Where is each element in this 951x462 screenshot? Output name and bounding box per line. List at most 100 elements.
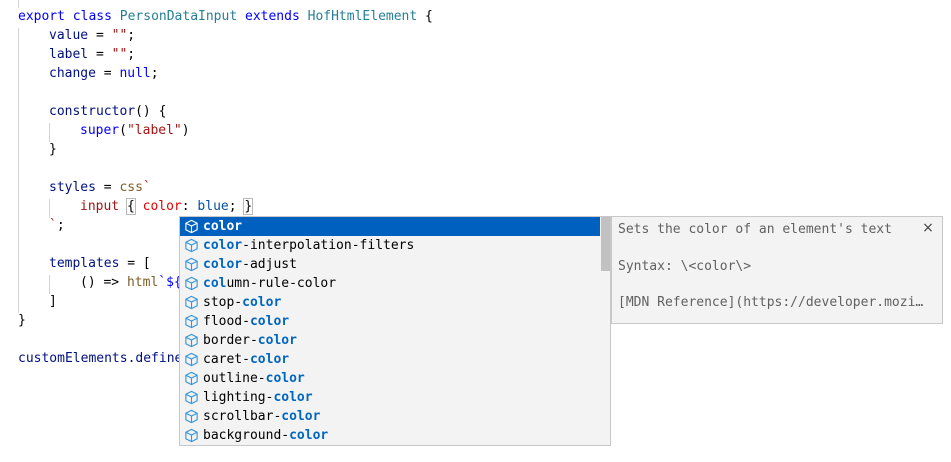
- suggest-item-label: color: [203, 217, 242, 236]
- constructor-name: constructor: [49, 104, 136, 119]
- suggest-item-label: color-adjust: [203, 255, 297, 274]
- css-semicolon: ;: [228, 199, 237, 214]
- suggest-item[interactable]: border-color: [180, 331, 600, 350]
- keyword-extends: extends: [245, 9, 300, 24]
- suggest-item-prefix: flood-: [203, 314, 250, 329]
- suggest-item-prefix: stop-: [203, 295, 243, 310]
- suggest-item-label: scrollbar-color: [203, 407, 320, 426]
- suggest-item[interactable]: stop-color: [180, 293, 600, 312]
- brace: }: [49, 142, 57, 157]
- code-line: templates = [: [49, 254, 151, 273]
- operator: =: [95, 180, 120, 195]
- suggest-item[interactable]: color-interpolation-filters: [180, 236, 600, 255]
- field-templates: templates: [49, 256, 120, 271]
- property-cube-icon: [184, 295, 199, 310]
- keyword-null: null: [119, 66, 151, 81]
- property-cube-icon: [184, 390, 199, 405]
- suggest-item[interactable]: column-rule-color: [180, 274, 600, 293]
- bracket: ]: [49, 294, 57, 309]
- suggest-item-match: color: [257, 333, 297, 348]
- suggest-widget[interactable]: color color-interpolation-filters color-ad…: [179, 216, 611, 446]
- keyword-export: export: [18, 9, 65, 24]
- code-line: }: [49, 140, 57, 159]
- suggest-item-match: color: [249, 352, 290, 367]
- keyword-super: super: [80, 123, 120, 138]
- string-literal: "": [111, 47, 128, 62]
- suggest-item-match: color: [242, 295, 282, 310]
- suggest-item-prefix: background-: [203, 428, 290, 443]
- operator: =: [88, 28, 112, 43]
- property-cube-icon-graphic: [185, 295, 198, 310]
- property-cube-icon: [184, 428, 199, 443]
- code-line: value = "";: [49, 26, 135, 45]
- property-cube-icon: [184, 257, 199, 272]
- property-cube-icon-graphic: [185, 276, 198, 291]
- css-value: blue: [197, 199, 229, 214]
- suggest-item-rest: -interpolation-filters: [242, 238, 415, 253]
- property-cube-icon-graphic: [185, 371, 198, 386]
- field-styles: styles: [49, 180, 96, 195]
- semicolon: ;: [127, 47, 136, 62]
- code-line: export class PersonDataInput extends Hof…: [18, 7, 433, 26]
- punctuation: () {: [135, 104, 167, 119]
- operator: =: [88, 47, 112, 62]
- suggest-item-label: border-color: [203, 331, 297, 350]
- code-line: }: [18, 311, 26, 330]
- property-cube-icon: [184, 409, 199, 424]
- code-line: customElements.define: [18, 349, 182, 368]
- suggest-item-prefix: lighting-: [203, 390, 274, 405]
- suggest-item-label: background-color: [203, 426, 328, 445]
- suggest-item-rest: -adjust: [242, 257, 297, 272]
- property-cube-icon-graphic: [185, 390, 198, 405]
- suggest-item[interactable]: flood-color: [180, 312, 600, 331]
- suggest-scrollbar[interactable]: [600, 217, 610, 445]
- suggest-item-match: col: [203, 276, 227, 291]
- suggest-item-prefix: scrollbar-: [203, 409, 282, 424]
- suggest-item-label: caret-color: [203, 350, 289, 369]
- suggest-item-label: column-rule-color: [203, 274, 336, 293]
- suggest-item-match: color: [289, 428, 329, 443]
- suggest-item-match: color: [265, 371, 305, 386]
- code-line: constructor() {: [49, 102, 166, 121]
- arrow-function: () =>: [80, 275, 120, 290]
- operator: =: [95, 66, 120, 81]
- suggest-item[interactable]: color-adjust: [180, 255, 600, 274]
- suggest-item[interactable]: color: [180, 217, 600, 236]
- semicolon: ;: [56, 218, 65, 233]
- close-icon[interactable]: ×: [921, 221, 935, 235]
- indent-guide: [18, 28, 19, 313]
- suggest-item-match: color: [249, 314, 290, 329]
- property-cube-icon: [184, 371, 199, 386]
- property-cube-icon: [184, 352, 199, 367]
- suggest-item-label: color-interpolation-filters: [203, 236, 414, 255]
- property-cube-icon-graphic: [185, 409, 198, 424]
- property-cube-icon: [184, 238, 199, 253]
- suggest-item[interactable]: lighting-color: [180, 388, 600, 407]
- css-selector: input: [80, 199, 120, 214]
- base-class-name: HofHtmlElement: [307, 9, 418, 24]
- suggest-item[interactable]: outline-color: [180, 369, 600, 388]
- suggest-item[interactable]: background-color: [180, 426, 600, 445]
- field-label: label: [49, 47, 89, 62]
- code-line: styles = css`: [49, 178, 151, 197]
- semicolon: ;: [127, 28, 136, 43]
- suggest-item-rest: umn-rule-color: [226, 276, 337, 291]
- suggest-scrollbar-thumb[interactable]: [601, 217, 610, 271]
- brace: {: [425, 9, 433, 24]
- suggest-item-match: color: [273, 390, 313, 405]
- details-syntax: Syntax: \<color\>: [618, 259, 752, 274]
- suggest-item-label: outline-color: [203, 369, 305, 388]
- semicolon: ;: [150, 66, 159, 81]
- details-reference-link[interactable]: [MDN Reference](https://developer.mozi…: [618, 294, 923, 312]
- property-cube-icon: [184, 219, 199, 234]
- suggest-item-label: flood-color: [203, 312, 289, 331]
- property-cube-icon-graphic: [185, 219, 198, 234]
- punctuation: = [: [119, 256, 151, 271]
- property-cube-icon-graphic: [185, 257, 198, 272]
- brace: }: [18, 313, 26, 328]
- code-line: change = null;: [49, 64, 159, 83]
- keyword-class: class: [72, 9, 112, 24]
- suggest-item[interactable]: caret-color: [180, 350, 600, 369]
- suggest-item[interactable]: scrollbar-color: [180, 407, 600, 426]
- css-close-brace: }: [243, 198, 254, 215]
